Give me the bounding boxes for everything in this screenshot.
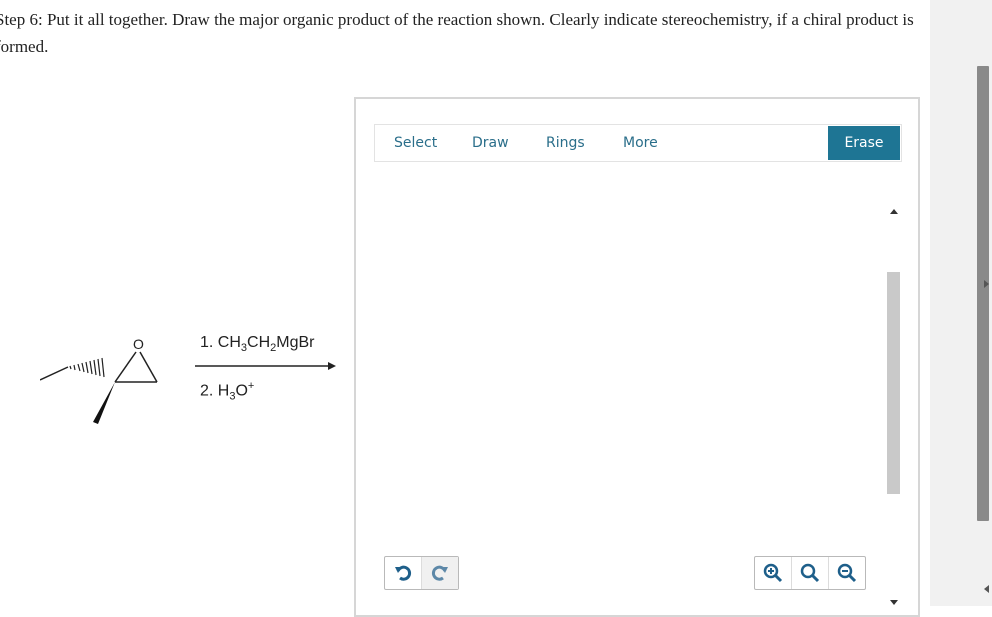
- scroll-right-icon[interactable]: [984, 280, 989, 288]
- hashed-wedge-bond: [69, 357, 105, 378]
- editor-toolbar: Select Draw Rings More Erase: [374, 124, 902, 162]
- reset-zoom-button[interactable]: [791, 557, 828, 589]
- zoom-controls: [754, 556, 866, 590]
- oxygen-atom-label: O: [133, 336, 144, 352]
- reaction-arrowhead: [328, 362, 336, 370]
- scroll-down-icon[interactable]: [890, 600, 898, 605]
- undo-button[interactable]: [385, 557, 421, 589]
- scroll-up-icon[interactable]: [890, 209, 898, 214]
- reagent-step-2: 2. H3O+: [200, 380, 255, 403]
- page-scrollbar[interactable]: [930, 0, 992, 606]
- canvas-scrollbar[interactable]: [886, 205, 902, 605]
- ring-bond-co-right: [139, 351, 158, 383]
- zoom-out-button[interactable]: [828, 557, 865, 589]
- scroll-left-icon[interactable]: [984, 585, 989, 593]
- history-controls: [384, 556, 459, 590]
- canvas-scroll-thumb[interactable]: [887, 272, 900, 494]
- undo-icon: [395, 565, 412, 581]
- solid-wedge-bond: [93, 382, 115, 424]
- zoom-out-icon: [837, 563, 857, 583]
- redo-icon: [431, 565, 448, 581]
- tab-more[interactable]: More: [623, 125, 658, 161]
- tab-draw[interactable]: Draw: [472, 125, 509, 161]
- ring-bond-co-left: [114, 351, 137, 383]
- methyl-bond: [40, 366, 69, 381]
- erase-button[interactable]: Erase: [828, 126, 900, 160]
- reaction-scheme: O 1. CH3CH2MgBr 2. H3O+: [40, 330, 340, 430]
- reagent-step-1: 1. CH3CH2MgBr: [200, 334, 315, 355]
- zoom-in-icon: [763, 563, 783, 583]
- tab-select[interactable]: Select: [394, 125, 437, 161]
- redo-button[interactable]: [421, 557, 458, 589]
- tab-rings[interactable]: Rings: [546, 125, 585, 161]
- zoom-in-button[interactable]: [755, 557, 791, 589]
- page-scroll-thumb[interactable]: [977, 66, 989, 521]
- question-text: Step 6: Put it all together. Draw the ma…: [0, 10, 914, 56]
- reset-zoom-icon: [800, 563, 820, 583]
- drawing-editor[interactable]: [354, 97, 920, 617]
